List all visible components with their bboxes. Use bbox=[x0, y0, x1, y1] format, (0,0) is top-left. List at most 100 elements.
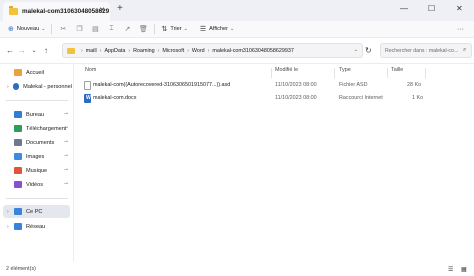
plus-circle-icon: ⊕ bbox=[8, 25, 14, 33]
column-divider[interactable] bbox=[387, 68, 388, 78]
tiles-view-icon[interactable]: ▦ bbox=[461, 266, 467, 273]
file-name: malekal-com.docx bbox=[93, 95, 137, 101]
chevron-down-icon[interactable]: ⌄ bbox=[354, 47, 358, 53]
sort-button[interactable]: ⇅ Trier ⌄ bbox=[158, 23, 190, 36]
pin-icon[interactable]: ⊸ bbox=[64, 181, 68, 187]
sidebar-item-desktop[interactable]: Bureau ⊸ bbox=[0, 108, 72, 121]
column-header-modified[interactable]: Modifié le bbox=[275, 67, 298, 78]
column-divider[interactable] bbox=[271, 68, 272, 78]
item-count: 2 élément(s) bbox=[6, 266, 36, 272]
sidebar-item-music[interactable]: Musique ⊸ bbox=[0, 164, 72, 177]
sidebar-item-label: Réseau bbox=[26, 223, 46, 230]
desktop-icon bbox=[14, 111, 22, 118]
toolbar-divider bbox=[154, 24, 156, 34]
folder-icon bbox=[67, 47, 75, 54]
more-options-icon[interactable]: ··· bbox=[457, 26, 464, 33]
sidebar-item-documents[interactable]: Documents ⊸ bbox=[0, 136, 72, 149]
chevron-down-icon: ⌄ bbox=[230, 26, 235, 32]
close-tab-icon[interactable]: ✕ bbox=[99, 6, 105, 14]
sidebar-item-label: Vidéos bbox=[26, 181, 44, 188]
search-input[interactable] bbox=[380, 43, 472, 58]
file-size: 28 Ko bbox=[407, 82, 422, 88]
file-modified: 11/10/2023 08:00 bbox=[275, 82, 317, 88]
breadcrumb-item[interactable]: Word bbox=[192, 48, 205, 54]
breadcrumb-item[interactable]: AppData bbox=[104, 48, 125, 54]
chevron-down-icon: ⌄ bbox=[41, 26, 46, 32]
file-list: Nom Modifié le Type Taille malekal-com((… bbox=[75, 64, 474, 262]
column-header-name[interactable]: Nom bbox=[85, 67, 96, 78]
sidebar-item-images[interactable]: Images ⊸ bbox=[0, 150, 72, 163]
back-button[interactable]: ← bbox=[4, 46, 16, 55]
explorer-tab[interactable]: malekal-com31063048058629 ✕ bbox=[3, 2, 110, 21]
documents-icon bbox=[14, 139, 22, 146]
pin-icon[interactable]: ⊸ bbox=[64, 125, 68, 131]
details-view-icon[interactable]: ☰ bbox=[448, 266, 453, 273]
network-icon bbox=[14, 223, 22, 230]
share-icon[interactable]: ↗ bbox=[119, 25, 135, 33]
breadcrumb-item[interactable]: Roaming bbox=[133, 48, 155, 54]
chevron-right-icon[interactable]: › bbox=[7, 84, 13, 90]
command-bar: ⊕ Nouveau ⌄ ✂ ❐ ▤ ⌶ ↗ 🗑 ⇅ Trier ⌄ ☰ Affi… bbox=[0, 21, 474, 38]
minimize-button[interactable]: — bbox=[400, 4, 408, 13]
home-icon bbox=[14, 69, 22, 76]
copy-icon[interactable]: ❐ bbox=[71, 25, 87, 33]
search-icon: ⌕ bbox=[463, 47, 467, 53]
column-divider[interactable] bbox=[425, 68, 426, 78]
sidebar-item-label: Malekal - personnel bbox=[23, 83, 72, 90]
delete-icon[interactable]: 🗑 bbox=[135, 25, 151, 33]
sidebar-item-onedrive[interactable]: › Malekal - personnel bbox=[0, 80, 72, 93]
cut-icon[interactable]: ✂ bbox=[55, 25, 71, 33]
word-file-icon bbox=[84, 93, 91, 103]
file-name: malekal-com((Autorecovered-3106306501915… bbox=[93, 82, 231, 88]
title-bar: malekal-com31063048058629 ✕ + — ☐ ✕ bbox=[0, 0, 474, 21]
breadcrumb-item[interactable]: maill bbox=[86, 48, 97, 54]
column-divider[interactable] bbox=[334, 68, 335, 78]
refresh-button[interactable]: ↻ bbox=[365, 46, 372, 55]
sidebar-item-label: Documents bbox=[26, 139, 55, 146]
folder-icon bbox=[9, 6, 18, 15]
videos-icon bbox=[14, 181, 22, 188]
new-button[interactable]: ⊕ Nouveau ⌄ bbox=[5, 23, 48, 36]
pin-icon[interactable]: ⊸ bbox=[64, 153, 68, 159]
breadcrumb-item[interactable]: malekal-com31063048058629937 bbox=[212, 48, 294, 54]
forward-button[interactable]: → bbox=[16, 46, 28, 55]
file-type: Raccourci Internet bbox=[339, 95, 383, 101]
recent-locations-button[interactable]: ⌄ bbox=[28, 47, 40, 54]
maximize-button[interactable]: ☐ bbox=[428, 4, 435, 13]
chevron-right-icon[interactable]: › bbox=[7, 224, 14, 230]
breadcrumb-item[interactable]: Microsoft bbox=[162, 48, 184, 54]
breadcrumb-separator: › bbox=[157, 47, 160, 54]
column-header-size[interactable]: Taille bbox=[391, 67, 403, 78]
pin-icon[interactable]: ⊸ bbox=[64, 111, 68, 117]
sidebar-item-network[interactable]: › Réseau bbox=[0, 220, 72, 233]
pin-icon[interactable]: ⊸ bbox=[64, 167, 68, 173]
paste-icon[interactable]: ▤ bbox=[87, 25, 103, 33]
view-button[interactable]: ☰ Afficher ⌄ bbox=[197, 23, 237, 36]
breadcrumb-separator: › bbox=[81, 47, 83, 54]
sidebar-item-home[interactable]: Accueil bbox=[0, 66, 72, 79]
sidebar-item-downloads[interactable]: Téléchargement ⊸ bbox=[0, 122, 72, 135]
sidebar-divider bbox=[6, 198, 68, 199]
chevron-down-icon: ⌄ bbox=[183, 26, 188, 32]
new-tab-button[interactable]: + bbox=[117, 4, 123, 14]
view-icon: ☰ bbox=[199, 25, 207, 33]
sidebar-item-videos[interactable]: Vidéos ⊸ bbox=[0, 178, 72, 191]
onedrive-icon bbox=[12, 83, 20, 90]
toolbar-divider bbox=[51, 24, 53, 34]
file-icon bbox=[84, 80, 91, 90]
file-row[interactable]: malekal-com((Autorecovered-3106306501915… bbox=[79, 79, 427, 91]
file-row[interactable]: malekal-com.docx 11/10/2023 08:00 Raccou… bbox=[79, 92, 427, 104]
sidebar-item-this-pc[interactable]: › Ce PC bbox=[3, 205, 70, 218]
rename-icon[interactable]: ⌶ bbox=[103, 25, 119, 33]
breadcrumb-separator: › bbox=[187, 47, 189, 54]
column-header-type[interactable]: Type bbox=[339, 67, 351, 78]
music-icon bbox=[14, 167, 22, 174]
pin-icon[interactable]: ⊸ bbox=[64, 139, 68, 145]
computer-icon bbox=[14, 208, 22, 215]
sort-label: Trier bbox=[170, 26, 182, 32]
tab-title: malekal-com31063048058629 bbox=[22, 8, 110, 15]
close-window-button[interactable]: ✕ bbox=[456, 4, 463, 13]
address-bar[interactable]: › maill › AppData › Roaming › Microsoft … bbox=[62, 43, 363, 58]
chevron-right-icon[interactable]: › bbox=[7, 209, 14, 215]
up-button[interactable]: ↑ bbox=[40, 46, 52, 55]
